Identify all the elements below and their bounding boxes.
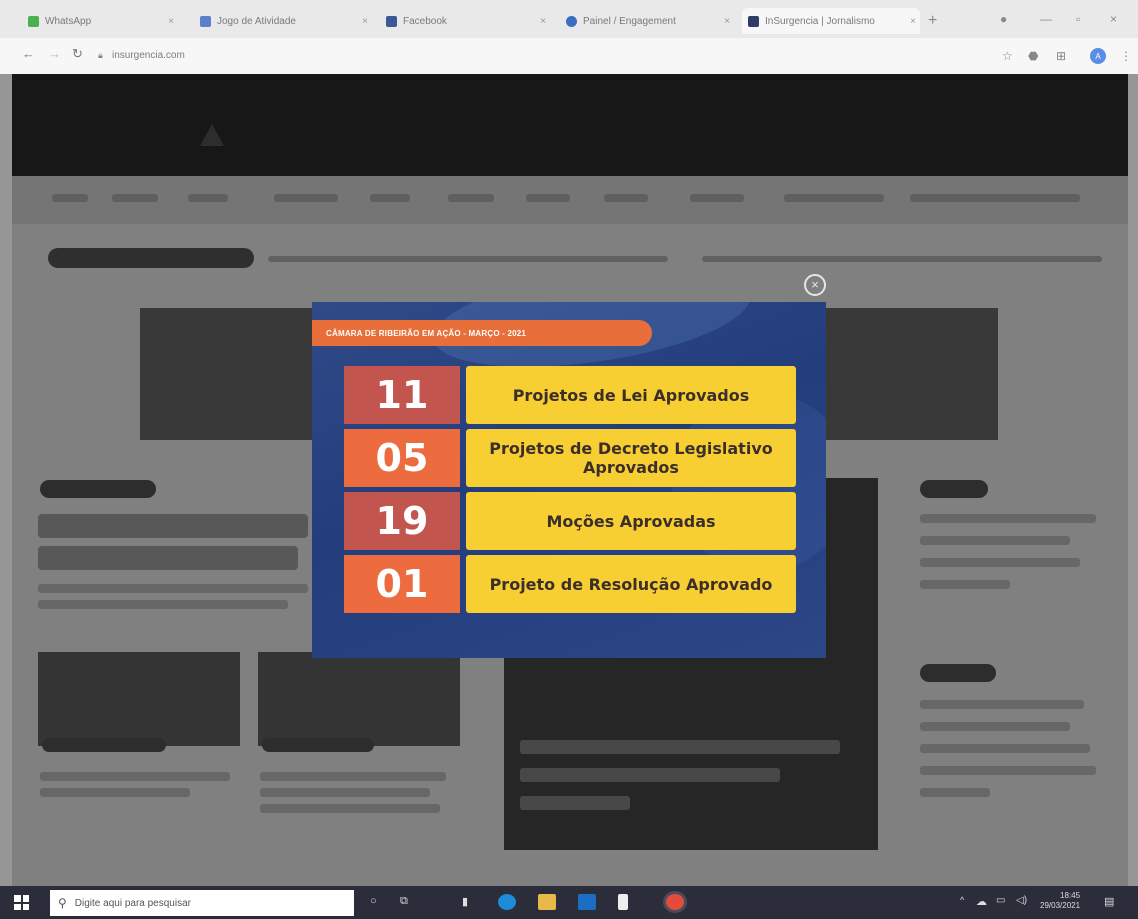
- tab-label: WhatsApp: [45, 15, 92, 27]
- stat-number: 11: [344, 366, 460, 424]
- back-arrow-icon[interactable]: ←: [22, 46, 35, 61]
- site-favicon-icon: [748, 15, 759, 27]
- stat-label: Projetos de Decreto Legislativo Aprovado…: [466, 429, 796, 487]
- modal-heading: CÂMARA DE RIBEIRÃO EM AÇÃO - MARÇO - 202…: [326, 328, 527, 338]
- popup-modal: CÂMARA DE RIBEIRÃO EM AÇÃO - MARÇO - 202…: [312, 302, 826, 658]
- menu-kebab-icon[interactable]: ⋮: [1120, 49, 1132, 63]
- document-icon: [200, 15, 211, 27]
- close-window-button[interactable]: ×: [1110, 12, 1117, 26]
- reload-icon[interactable]: ↻: [72, 46, 83, 62]
- close-tab-icon[interactable]: ×: [540, 16, 546, 27]
- modal-heading-banner: CÂMARA DE RIBEIRÃO EM AÇÃO - MARÇO - 202…: [312, 320, 652, 346]
- globe-icon: [566, 15, 577, 27]
- extension-icon[interactable]: ⬣: [1028, 49, 1038, 63]
- pinned-app-icon[interactable]: [618, 894, 628, 910]
- stat-label: Projeto de Resolução Aprovado: [466, 555, 796, 613]
- volume-icon[interactable]: ◁): [1016, 895, 1027, 906]
- stat-number: 05: [344, 429, 460, 487]
- stat-number: 19: [344, 492, 460, 550]
- star-icon[interactable]: ☆: [1002, 49, 1013, 63]
- network-icon[interactable]: ▭: [996, 895, 1005, 906]
- file-explorer-icon[interactable]: [538, 894, 556, 910]
- close-tab-icon[interactable]: ×: [724, 16, 730, 27]
- clock-time: 18:45: [1060, 891, 1081, 900]
- taskbar-search-input[interactable]: ⚲ Digite aqui para pesquisar: [50, 890, 354, 916]
- windows-start-icon[interactable]: [14, 895, 29, 910]
- stat-label: Moções Aprovadas: [466, 492, 796, 550]
- close-tab-icon[interactable]: ×: [910, 16, 916, 27]
- store-icon[interactable]: [578, 894, 596, 910]
- tab-label: InSurgencia | Jornalismo: [765, 15, 875, 27]
- task-view-icon[interactable]: ⧉: [400, 895, 408, 908]
- tab-insurgencia[interactable]: InSurgencia | Jornalismo ×: [742, 8, 920, 34]
- tab-strip: WhatsApp × Jogo de Atividade × Facebook …: [0, 0, 1138, 38]
- lock-icon: 🔒︎: [98, 50, 103, 60]
- stat-label: Projetos de Lei Aprovados: [466, 366, 796, 424]
- avatar[interactable]: A: [1090, 48, 1106, 64]
- close-tab-icon[interactable]: ×: [168, 16, 174, 27]
- tab-label: Jogo de Atividade: [217, 15, 296, 27]
- tab-whatsapp[interactable]: WhatsApp ×: [28, 8, 178, 34]
- tab-label: Painel / Engagement: [583, 15, 676, 27]
- maximize-button[interactable]: ▫: [1076, 12, 1080, 26]
- url-field[interactable]: insurgencia.com: [112, 50, 185, 61]
- stat-row: 11 Projetos de Lei Aprovados: [344, 366, 796, 424]
- minimize-button[interactable]: —: [1040, 12, 1052, 26]
- stat-number: 01: [344, 555, 460, 613]
- whatsapp-icon: [28, 15, 39, 27]
- new-tab-button[interactable]: +: [928, 12, 937, 30]
- windows-taskbar: ⚲ Digite aqui para pesquisar ○ ⧉ ▮ ^ ☁ ▭…: [0, 886, 1138, 919]
- search-icon: ⚲: [58, 896, 67, 910]
- cortana-icon[interactable]: ○: [370, 895, 377, 907]
- close-tab-icon[interactable]: ×: [362, 16, 368, 27]
- forward-arrow-icon[interactable]: →: [48, 46, 61, 61]
- stat-row: 01 Projeto de Resolução Aprovado: [344, 555, 796, 613]
- tab-painel[interactable]: Painel / Engagement ×: [566, 8, 734, 34]
- translate-icon[interactable]: ⊞: [1056, 49, 1066, 63]
- system-clock[interactable]: 18:45 29/03/2021: [1040, 891, 1080, 911]
- search-placeholder: Digite aqui para pesquisar: [74, 897, 191, 909]
- clock-date: 29/03/2021: [1040, 901, 1081, 910]
- chrome-icon[interactable]: [666, 894, 684, 910]
- notifications-icon[interactable]: ▤: [1104, 895, 1114, 908]
- tab-facebook[interactable]: Facebook ×: [386, 8, 550, 34]
- close-icon[interactable]: ×: [804, 274, 826, 296]
- tab-jogo[interactable]: Jogo de Atividade ×: [200, 8, 372, 34]
- profile-indicator-icon[interactable]: ●: [1000, 12, 1007, 26]
- pinned-app-icon[interactable]: ▮: [462, 895, 468, 908]
- tab-label: Facebook: [403, 15, 447, 27]
- stat-row: 19 Moções Aprovadas: [344, 492, 796, 550]
- edge-icon[interactable]: [498, 894, 516, 910]
- tray-chevron-icon[interactable]: ^: [960, 895, 964, 905]
- cloud-icon[interactable]: ☁: [976, 895, 987, 908]
- stat-row: 05 Projetos de Decreto Legislativo Aprov…: [344, 429, 796, 487]
- facebook-icon: [386, 15, 397, 27]
